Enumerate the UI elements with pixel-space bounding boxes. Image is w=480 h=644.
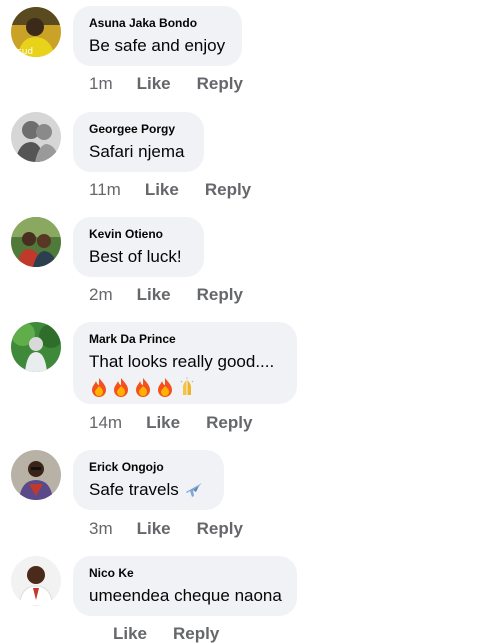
comment-time[interactable]: 1m <box>89 74 113 94</box>
comment-time[interactable]: 3m <box>89 519 113 539</box>
comment-actions: 14m Like Reply <box>89 413 252 433</box>
reply-button[interactable]: Reply <box>205 180 251 200</box>
svg-text:sud: sud <box>17 47 33 57</box>
comment-text: Safari njema <box>89 142 185 161</box>
fire-emoji-icon <box>92 378 106 397</box>
comment-bubble: Mark Da Prince That looks really good...… <box>73 322 297 404</box>
comment-actions: 11m Like Reply <box>89 180 251 200</box>
comment-time[interactable]: 2m <box>89 285 113 305</box>
avatar[interactable] <box>11 322 61 372</box>
reply-button[interactable]: Reply <box>173 624 219 644</box>
reply-button[interactable]: Reply <box>197 74 243 94</box>
comment-author[interactable]: Mark Da Prince <box>89 332 281 346</box>
comment-bubble: Nico Ke umeendea cheque naona <box>73 556 297 616</box>
avatar[interactable] <box>11 450 61 500</box>
avatar[interactable]: sud <box>11 7 61 57</box>
comment-actions: 2m Like Reply <box>89 285 243 305</box>
comment-author[interactable]: Georgee Porgy <box>89 122 188 136</box>
fire-emoji-icon <box>114 378 128 397</box>
avatar[interactable] <box>11 217 61 267</box>
comment-time[interactable]: 14m <box>89 413 122 433</box>
avatar[interactable] <box>11 112 61 162</box>
like-button[interactable]: Like <box>137 74 171 94</box>
comment-author[interactable]: Asuna Jaka Bondo <box>89 16 226 30</box>
emoji-row <box>89 376 281 398</box>
fire-emoji-icon <box>136 378 150 397</box>
reply-button[interactable]: Reply <box>206 413 252 433</box>
comment-author[interactable]: Nico Ke <box>89 566 281 580</box>
comment-bubble: Asuna Jaka Bondo Be safe and enjoy <box>73 6 242 66</box>
avatar[interactable] <box>11 556 61 606</box>
like-button[interactable]: Like <box>137 285 171 305</box>
comment-text: That looks really good.... <box>89 352 275 371</box>
like-button[interactable]: Like <box>137 519 171 539</box>
comment-text-content: Safe travels <box>89 480 179 499</box>
comment-text: Safe travels <box>89 478 208 502</box>
comment-bubble: Erick Ongojo Safe travels <box>73 450 224 510</box>
comment-actions: Like Reply <box>89 624 219 644</box>
comment-bubble: Georgee Porgy Safari njema <box>73 112 204 172</box>
comment-actions: 3m Like Reply <box>89 519 243 539</box>
airplane-emoji-icon <box>185 483 202 497</box>
comment-text: umeendea cheque naona <box>89 586 282 605</box>
comment-bubble: Kevin Otieno Best of luck! <box>73 217 204 277</box>
like-button[interactable]: Like <box>146 413 180 433</box>
comment-time[interactable]: 11m <box>89 180 121 200</box>
comment-text: Best of luck! <box>89 247 182 266</box>
like-button[interactable]: Like <box>113 624 147 644</box>
comment-actions: 1m Like Reply <box>89 74 243 94</box>
fire-emoji-icon <box>158 378 172 397</box>
like-button[interactable]: Like <box>145 180 179 200</box>
reply-button[interactable]: Reply <box>197 285 243 305</box>
folded-hands-emoji-icon <box>180 377 194 395</box>
comment-author[interactable]: Kevin Otieno <box>89 227 188 241</box>
comment-author[interactable]: Erick Ongojo <box>89 460 208 474</box>
reply-button[interactable]: Reply <box>197 519 243 539</box>
comment-text: Be safe and enjoy <box>89 36 226 55</box>
